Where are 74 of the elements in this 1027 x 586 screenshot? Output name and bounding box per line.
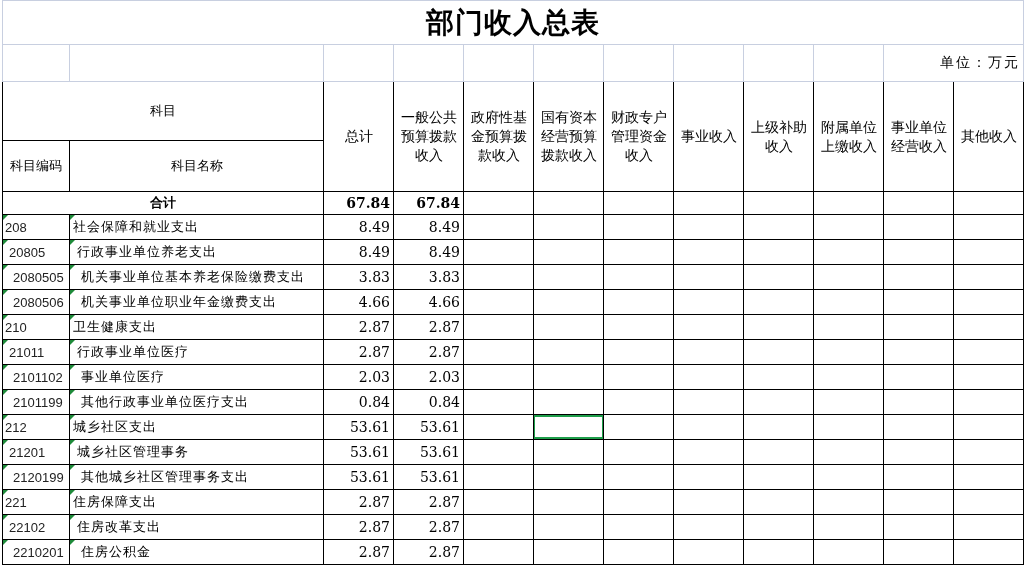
table-cell: 2.87	[323, 539, 394, 565]
table-cell: 53.61	[323, 414, 394, 440]
table-cell: 住房改革支出	[69, 514, 324, 540]
table-cell: 8.49	[393, 239, 464, 265]
table-cell: 合计	[2, 191, 324, 215]
table-cell: 2.87	[323, 314, 394, 340]
table-cell: 卫生健康支出	[69, 314, 324, 340]
table-cell: 2.87	[393, 514, 464, 540]
table-cell: 53.61	[393, 414, 464, 440]
column-header: 附属单位上缴收入	[813, 81, 884, 192]
table-cell: 2120199	[2, 464, 70, 490]
table-cell: 2101102	[2, 364, 70, 390]
table-cell: 行政事业单位医疗	[69, 339, 324, 365]
table-cell: 22102	[2, 514, 70, 540]
table-cell: 2101199	[2, 389, 70, 415]
unit-label: 单位：万元	[940, 54, 1021, 70]
table-cell: 其他城乡社区管理事务支出	[69, 464, 324, 490]
table-cell: 住房公积金	[69, 539, 324, 565]
table-cell: 2.87	[393, 489, 464, 515]
table-cell: 3.83	[393, 264, 464, 290]
table-cell: 社会保障和就业支出	[69, 214, 324, 240]
table-cell: 事业单位医疗	[69, 364, 324, 390]
column-header: 国有资本经营预算拨款收入	[533, 81, 604, 192]
table-cell: 0.84	[323, 389, 394, 415]
table-cell: 2.87	[393, 539, 464, 565]
column-header: 其他收入	[953, 81, 1024, 192]
table-cell: 2080506	[2, 289, 70, 315]
table-cell: 21201	[2, 439, 70, 465]
table-cell: 8.49	[393, 214, 464, 240]
selected-cell[interactable]	[534, 415, 603, 439]
table-cell: 8.49	[323, 239, 394, 265]
table-cell: 2080505	[2, 264, 70, 290]
table-cell: 4.66	[393, 289, 464, 315]
table-cell: 3.83	[323, 264, 394, 290]
column-header: 科目	[2, 81, 324, 141]
table-cell: 2.87	[393, 339, 464, 365]
table-cell: 其他行政事业单位医疗支出	[69, 389, 324, 415]
table-cell: 2.03	[323, 364, 394, 390]
table-cell: 53.61	[393, 439, 464, 465]
table-cell: 4.66	[323, 289, 394, 315]
table-cell: 210	[2, 314, 70, 340]
column-header: 科目编码	[2, 140, 70, 192]
table-cell: 机关事业单位基本养老保险缴费支出	[69, 264, 324, 290]
table-cell: 53.61	[393, 464, 464, 490]
column-header: 事业收入	[673, 81, 744, 192]
column-header: 总计	[323, 81, 394, 192]
table-cell: 8.49	[323, 214, 394, 240]
table-cell: 53.61	[323, 439, 394, 465]
table-cell: 0.84	[393, 389, 464, 415]
table-cell: 机关事业单位职业年金缴费支出	[69, 289, 324, 315]
table-title: 部门收入总表	[426, 5, 601, 39]
table-cell: 2.87	[323, 489, 394, 515]
column-header: 一般公共预算拨款收入	[393, 81, 464, 192]
table-cell: 2.87	[323, 339, 394, 365]
table-cell: 城乡社区管理事务	[69, 439, 324, 465]
table-cell: 20805	[2, 239, 70, 265]
column-header: 事业单位经营收入	[883, 81, 954, 192]
table-cell: 67.84	[323, 191, 394, 215]
table-cell: 行政事业单位养老支出	[69, 239, 324, 265]
table-cell: 城乡社区支出	[69, 414, 324, 440]
table-cell: 67.84	[393, 191, 464, 215]
column-header: 上级补助收入	[743, 81, 814, 192]
column-header: 政府性基金预算拨款收入	[463, 81, 534, 192]
column-header: 财政专户管理资金收入	[603, 81, 674, 192]
table-cell: 2.87	[393, 314, 464, 340]
table-cell: 208	[2, 214, 70, 240]
table-cell: 212	[2, 414, 70, 440]
table-cell: 住房保障支出	[69, 489, 324, 515]
table-cell: 21011	[2, 339, 70, 365]
table-cell: 2.87	[323, 514, 394, 540]
table-cell: 2210201	[2, 539, 70, 565]
table-cell: 2.03	[393, 364, 464, 390]
table-cell: 221	[2, 489, 70, 515]
table-cell: 53.61	[323, 464, 394, 490]
